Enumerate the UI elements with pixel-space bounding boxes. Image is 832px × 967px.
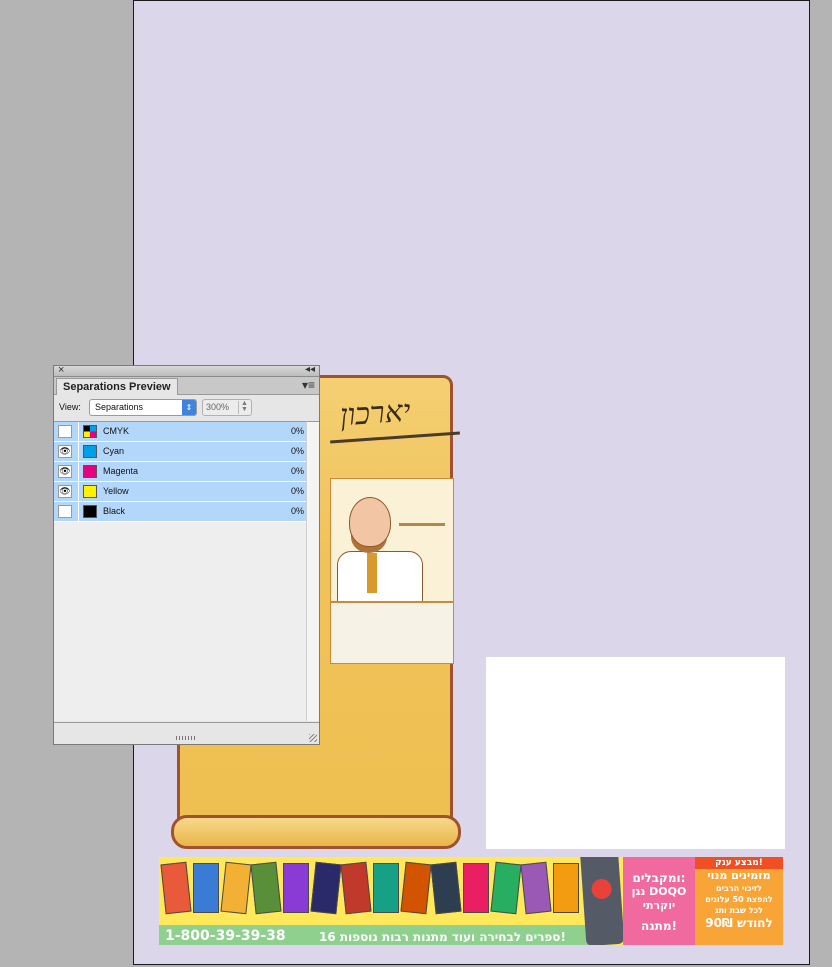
book-cover	[463, 863, 489, 913]
cyan-swatch	[83, 445, 97, 458]
eye-icon[interactable]: 👁	[58, 465, 72, 478]
visibility-toggle[interactable]	[58, 505, 72, 518]
book-cover	[193, 863, 219, 913]
row-divider	[78, 502, 79, 522]
view-label: View:	[59, 402, 81, 412]
ad-line: להפצת 50 עלונים	[705, 895, 773, 904]
collapse-icon[interactable]: ◂◂	[305, 364, 315, 375]
separation-percent: 0%	[290, 466, 304, 476]
figure-head	[349, 497, 391, 547]
candlesticks-illustration	[399, 489, 445, 526]
row-divider	[78, 482, 79, 502]
book-cover	[373, 863, 399, 913]
ad-line: לכל שבת ותג	[715, 906, 763, 915]
banner-strip: 1-800-39-39-38 16 ספרים לבחירה ועוד מתנו…	[159, 925, 599, 945]
separation-row-magenta[interactable]: 👁 Magenta 0%	[54, 462, 306, 482]
separations-list: CMYK 0% 👁 Cyan 0% 👁 Magenta 0% 👁 Yellow …	[54, 421, 306, 721]
zoom-value: 300%	[206, 402, 230, 412]
banner-ad: 1-800-39-39-38 16 ספרים לבחירה ועוד מתנו…	[159, 857, 783, 945]
separation-percent: 0%	[290, 426, 304, 436]
black-swatch	[83, 505, 97, 518]
separation-name: Cyan	[103, 446, 125, 456]
separation-row-cyan[interactable]: 👁 Cyan 0%	[54, 442, 306, 462]
cmyk-swatch-icon	[83, 425, 97, 438]
view-row: View: Separations ⇕ 300% ▲ ▼	[54, 396, 319, 420]
ad-line: מזמינים מנוי	[707, 869, 771, 882]
row-divider	[78, 422, 79, 442]
book-cover	[400, 861, 432, 915]
ad-line: יוקרתי	[642, 899, 676, 912]
separation-name: Black	[103, 506, 126, 516]
device-button	[590, 878, 613, 900]
scroll-underline	[330, 431, 460, 444]
view-select-value: Separations	[95, 402, 144, 412]
panel-footer	[54, 722, 319, 744]
book-cover	[430, 861, 462, 915]
separation-row-yellow[interactable]: 👁 Yellow 0%	[54, 482, 306, 502]
book-cover	[220, 861, 252, 915]
ad-line: מתנה!	[640, 919, 678, 933]
panel-tab-row: Separations Preview ▾≡	[54, 377, 319, 395]
grip-icon[interactable]	[176, 736, 196, 740]
book-cover	[340, 861, 372, 915]
panel-menu-icon[interactable]: ▾≡	[302, 378, 315, 392]
figure-tie	[367, 553, 377, 593]
yellow-swatch	[83, 485, 97, 498]
ad-line: לזיכוי הרבים	[716, 884, 762, 893]
zoom-field[interactable]: 300% ▲ ▼	[202, 399, 252, 416]
resize-handle-icon[interactable]	[309, 734, 317, 742]
empty-frame	[486, 657, 785, 849]
scroll-title: יארכון	[338, 393, 412, 434]
panel-titlebar[interactable]: × ◂◂	[54, 364, 319, 377]
separation-row-cmyk[interactable]: CMYK 0%	[54, 422, 306, 442]
book-cover	[310, 861, 342, 915]
ad-line: 90₪ לחודש	[705, 916, 773, 930]
chevron-updown-icon: ⇕	[182, 400, 196, 415]
visibility-toggle[interactable]	[58, 425, 72, 438]
separation-name: Yellow	[103, 486, 129, 496]
separation-row-black[interactable]: Black 0%	[54, 502, 306, 522]
music-player-device	[579, 857, 625, 945]
book-cover	[283, 863, 309, 913]
separation-percent: 0%	[290, 446, 304, 456]
banner-offer: 16 ספרים לבחירה ועוד מתנות רבות נוספות!	[319, 930, 566, 944]
tab-separations-preview[interactable]: Separations Preview	[56, 378, 178, 395]
list-scrollbar[interactable]	[306, 421, 319, 721]
scroll-roll	[171, 815, 461, 849]
separation-name: CMYK	[103, 426, 130, 436]
separation-percent: 0%	[290, 506, 304, 516]
eye-icon[interactable]: 👁	[58, 445, 72, 458]
book-cover	[250, 861, 282, 915]
ad-line: נגן DOQO	[631, 885, 687, 898]
close-icon[interactable]: ×	[58, 364, 64, 376]
banner-gift-box: ומקבלים: נגן DOQO יוקרתי מתנה!	[623, 857, 695, 945]
ad-line: ומקבלים:	[632, 871, 686, 885]
banner-phone: 1-800-39-39-38	[165, 928, 286, 944]
separation-percent: 0%	[290, 486, 304, 496]
row-divider	[78, 462, 79, 482]
illustration-rabbi	[330, 478, 454, 664]
eye-icon[interactable]: 👁	[58, 485, 72, 498]
stepper-icon[interactable]: ▲ ▼	[238, 400, 250, 414]
table-illustration	[331, 601, 453, 663]
book-covers	[159, 857, 599, 923]
banner-subscribe-box: מבצע ענק! מזמינים מנוי לזיכוי הרבים להפצ…	[695, 857, 783, 945]
book-cover	[553, 863, 579, 913]
book-cover	[490, 861, 522, 915]
magenta-swatch	[83, 465, 97, 478]
ad-header: מבצע ענק!	[695, 857, 783, 869]
separations-preview-panel: × ◂◂ Separations Preview ▾≡ View: Separa…	[53, 364, 320, 745]
book-cover	[520, 861, 552, 915]
row-divider	[78, 442, 79, 462]
separation-name: Magenta	[103, 466, 139, 476]
view-select[interactable]: Separations ⇕	[89, 399, 197, 416]
book-cover	[160, 861, 192, 915]
